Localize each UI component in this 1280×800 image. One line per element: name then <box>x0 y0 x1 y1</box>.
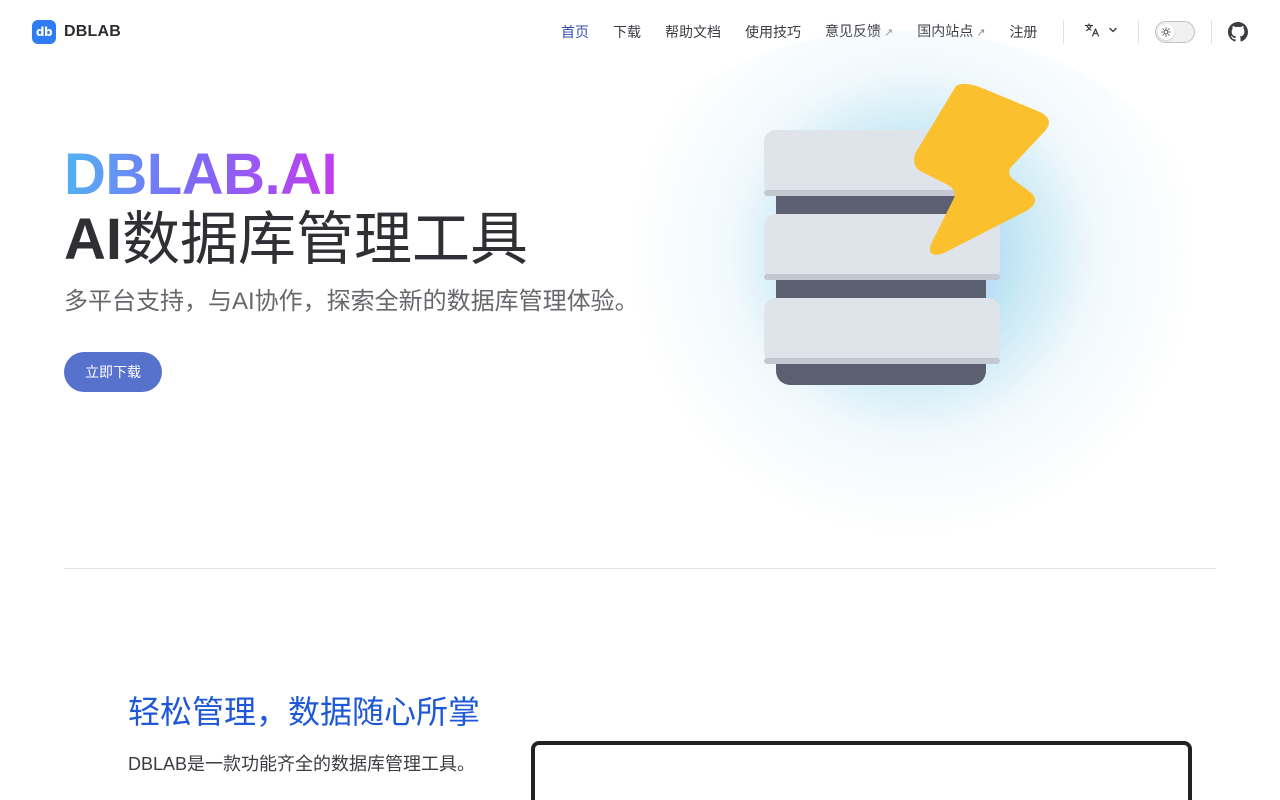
hero-tagline: 多平台支持，与AI协作，探索全新的数据库管理体验。 <box>64 288 639 315</box>
hero-name: DBLAB.AI <box>64 140 338 210</box>
hero-text-bold: AI <box>64 207 122 272</box>
hero-text: AI数据库管理工具 <box>64 205 528 275</box>
github-icon[interactable] <box>1228 22 1248 47</box>
top-nav: db DBLAB 首页 下载 帮助文档 使用技巧 意见反馈↗ 国内站点↗ 注册 <box>0 0 1280 64</box>
nav-link-register[interactable]: 注册 <box>997 19 1049 45</box>
section-divider <box>64 568 1216 569</box>
database-bolt-illustration <box>750 80 1060 400</box>
logo-link[interactable]: db DBLAB <box>32 20 121 44</box>
language-switcher[interactable] <box>1084 22 1118 38</box>
nav-link-docs[interactable]: 帮助文档 <box>653 19 733 45</box>
nav-link-home[interactable]: 首页 <box>549 19 601 45</box>
download-button[interactable]: 立即下载 <box>64 352 162 392</box>
translate-icon <box>1084 22 1100 38</box>
app-screenshot-frame <box>531 741 1192 800</box>
sun-icon <box>1158 24 1174 40</box>
nav-divider <box>1211 20 1212 44</box>
feature-title: 轻松管理，数据随心所掌 <box>128 694 481 730</box>
hero-text-rest: 数据库管理工具 <box>122 207 529 272</box>
nav-divider <box>1063 20 1064 44</box>
nav-link-download[interactable]: 下载 <box>601 19 653 45</box>
theme-toggle[interactable] <box>1155 21 1195 43</box>
chevron-down-icon <box>1108 25 1118 35</box>
logo-icon: db <box>32 20 56 44</box>
nav-divider <box>1138 20 1139 44</box>
brand-name: DBLAB <box>64 23 121 40</box>
feature-description: DBLAB是一款功能齐全的数据库管理工具。 <box>128 754 476 774</box>
